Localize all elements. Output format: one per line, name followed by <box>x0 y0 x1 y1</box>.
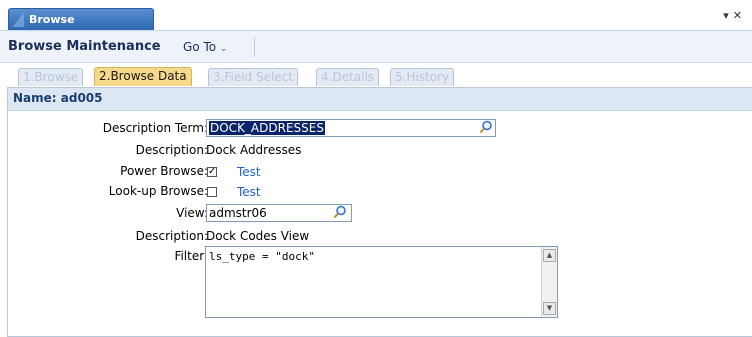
view-description-label: Description: <box>135 229 208 243</box>
description-label: Description: <box>135 143 208 157</box>
filter-textarea[interactable]: ls_type = "dock" <box>205 246 558 318</box>
chevron-down-icon[interactable]: ▾ <box>723 9 733 22</box>
description-value: Dock Addresses <box>206 143 302 157</box>
tab-browse[interactable]: 1.Browse <box>18 68 84 86</box>
power-browse-test-link[interactable]: Test <box>237 165 261 179</box>
header-separator <box>254 37 255 57</box>
power-browse-checkbox[interactable]: ✓ <box>207 167 217 177</box>
power-browse-label: Power Browse: <box>120 164 208 178</box>
program-header: Browse Maintenance Go To ⌄ <box>0 31 752 63</box>
scroll-up-icon[interactable]: ▲ <box>543 249 556 262</box>
view-value: admstr06 <box>209 206 267 220</box>
window-controls: ▾✕ <box>723 9 746 22</box>
goto-label: Go To <box>183 40 217 54</box>
filter-scrollbar[interactable]: ▲ ▼ <box>541 247 557 317</box>
tab-browse-data[interactable]: 2.Browse Data <box>94 67 192 86</box>
view-label: View: <box>176 206 208 220</box>
description-term-value: DOCK_ADDRESSES <box>209 121 325 135</box>
filter-label: Filter: <box>174 249 208 263</box>
scroll-down-icon[interactable]: ▼ <box>543 302 556 315</box>
tab-history[interactable]: 5.History <box>390 68 455 86</box>
tab-details[interactable]: 4.Details <box>316 68 380 86</box>
window-tab-strip: Browse Maintenance ▾✕ <box>0 0 752 48</box>
goto-menu[interactable]: Go To ⌄ <box>183 40 227 54</box>
view-field[interactable]: admstr06 <box>206 204 352 222</box>
lookup-browse-checkbox[interactable] <box>207 187 217 197</box>
tab-accent <box>12 13 30 27</box>
name-bar: Name: ad005 <box>8 88 752 111</box>
tab-field-select[interactable]: 3.Field Select <box>208 68 298 86</box>
filter-value: ls_type = "dock" <box>209 250 315 263</box>
browse-maintenance-tab[interactable]: Browse Maintenance <box>8 8 154 48</box>
chevron-down-icon: ⌄ <box>219 44 228 54</box>
browse-name: Name: ad005 <box>13 91 103 105</box>
close-icon[interactable]: ✕ <box>733 9 746 22</box>
browse-data-panel: Name: ad005 Description Term: DOCK_ADDRE… <box>7 87 752 337</box>
lookup-browse-label: Look-up Browse: <box>108 184 208 198</box>
magnifier-icon[interactable] <box>333 205 347 219</box>
description-term-label: Description Term: <box>102 121 208 135</box>
subtab-strip: 1.Browse 2.Browse Data 3.Field Select 4.… <box>0 63 752 87</box>
view-description-value: Dock Codes View <box>206 229 310 243</box>
lookup-browse-test-link[interactable]: Test <box>237 185 261 199</box>
program-title: Browse Maintenance <box>8 39 161 54</box>
description-term-field[interactable]: DOCK_ADDRESSES <box>206 119 496 137</box>
magnifier-icon[interactable] <box>479 120 493 134</box>
